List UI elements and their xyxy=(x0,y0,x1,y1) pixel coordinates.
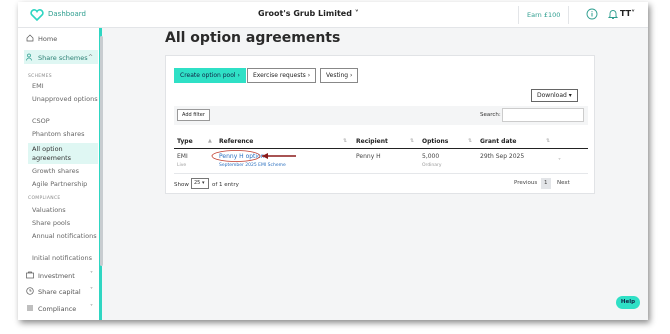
show-label: Show xyxy=(174,182,189,188)
search-input[interactable] xyxy=(502,108,584,122)
home-icon xyxy=(26,34,34,42)
company-name: Groot's Grub Limited xyxy=(258,9,352,18)
caret-down-icon: ▾ xyxy=(201,180,205,186)
sidebar-item-share-pools[interactable]: Share pools xyxy=(32,219,98,228)
bell-icon[interactable] xyxy=(607,8,619,20)
add-filter-button[interactable]: Add filter xyxy=(177,109,210,121)
exercise-requests-button[interactable]: Exercise requests › xyxy=(247,68,317,83)
user-initials: TT xyxy=(620,9,632,18)
sort-icon[interactable]: ⇅ xyxy=(468,138,472,144)
sort-icon[interactable]: ⇅ xyxy=(343,138,347,144)
page-size-value: 25 xyxy=(194,180,201,186)
user-menu[interactable]: TT˅ xyxy=(620,9,635,18)
expand-row-chevron-icon[interactable]: ˅ xyxy=(558,158,561,165)
chevron-down-icon[interactable]: ˅ xyxy=(90,271,93,278)
sidebar-scrollbar[interactable] xyxy=(100,36,103,266)
chevron-down-icon: ˅ xyxy=(631,9,636,18)
chevron-up-icon[interactable]: ^ xyxy=(88,54,93,61)
chevron-right-icon: › xyxy=(350,72,353,79)
chevron-right-icon: › xyxy=(307,72,311,79)
previous-page-button[interactable]: Previous xyxy=(511,178,540,189)
sort-icon[interactable]: ⇅ xyxy=(410,138,414,144)
cell-type-status: Live xyxy=(177,163,187,168)
page-size-select[interactable]: 25 ▾ xyxy=(191,178,209,189)
sidebar-item-share-schemes[interactable]: Share schemes xyxy=(38,54,88,62)
column-header-grant-date[interactable]: Grant date xyxy=(480,138,516,145)
earn-referral-button[interactable]: Earn £100 xyxy=(518,6,570,24)
sidebar-item-investment[interactable]: Investment xyxy=(38,272,75,280)
column-header-recipient[interactable]: Recipient xyxy=(356,138,388,145)
schemes-section-label: SCHEMES xyxy=(28,74,52,79)
sidebar-item-unapproved-options[interactable]: Unapproved options xyxy=(32,95,98,104)
sidebar-item-emi[interactable]: EMI xyxy=(32,82,98,91)
vesting-label: Vesting xyxy=(326,72,349,79)
app-window: Dashboard Groot's Grub Limited ˅ Earn £1… xyxy=(18,2,648,320)
caret-down-icon: ▾ xyxy=(568,92,572,99)
download-label: Download xyxy=(537,92,567,99)
cell-type: EMI xyxy=(177,153,188,160)
sidebar-item-valuations[interactable]: Valuations xyxy=(32,206,98,215)
sidebar-item-agile-partnership[interactable]: Agile Partnership xyxy=(32,180,98,189)
chevron-down-icon: ˅ xyxy=(351,9,359,18)
exercise-requests-label: Exercise requests xyxy=(253,72,306,79)
option-agreements-panel: Create option pool › Exercise requests ›… xyxy=(165,55,595,194)
table-row[interactable]: EMI Live Penny H option September 2025 E… xyxy=(174,149,588,174)
create-option-pool-label: Create option pool xyxy=(180,72,236,79)
clock-icon xyxy=(26,287,34,295)
people-icon xyxy=(26,53,32,61)
company-switcher[interactable]: Groot's Grub Limited ˅ xyxy=(258,9,359,18)
sidebar-item-share-capital[interactable]: Share capital xyxy=(38,288,81,296)
search-label: Search: xyxy=(480,112,501,118)
info-icon[interactable] xyxy=(586,8,598,20)
heart-logo-icon[interactable] xyxy=(30,9,44,21)
sort-icon[interactable]: ⇅ xyxy=(546,138,550,144)
vesting-button[interactable]: Vesting › xyxy=(320,68,359,83)
dashboard-link[interactable]: Dashboard xyxy=(48,10,86,18)
help-button[interactable]: Help xyxy=(616,296,640,309)
page-1-button[interactable]: 1 xyxy=(541,178,551,189)
investment-icon xyxy=(26,271,34,279)
annotation-circle-arrow xyxy=(211,150,296,162)
cell-options: 5,000 xyxy=(422,153,440,160)
create-option-pool-button[interactable]: Create option pool › xyxy=(174,68,246,83)
column-header-options[interactable]: Options xyxy=(422,138,448,145)
scheme-link[interactable]: September 2025 EMI Scheme xyxy=(219,163,286,168)
sidebar-item-all-option-agreements[interactable]: All option agreements xyxy=(32,145,98,163)
cell-recipient: Penny H xyxy=(356,153,381,160)
cell-grant-date: 29th Sep 2025 xyxy=(480,153,525,160)
sidebar-item-home[interactable]: Home xyxy=(38,35,57,43)
cell-options-class: Ordinary xyxy=(422,163,442,168)
sidebar-item-annual-notifications[interactable]: Annual notifications xyxy=(32,232,98,241)
entries-count: of 1 entry xyxy=(212,182,239,188)
sidebar: Home Share schemes ^ SCHEMES EMI Unappro… xyxy=(18,28,103,320)
sort-asc-icon[interactable]: ▲ xyxy=(208,138,212,144)
list-icon xyxy=(27,305,33,311)
column-header-reference[interactable]: Reference xyxy=(219,138,253,145)
chevron-down-icon[interactable]: ˅ xyxy=(90,304,93,311)
filter-bar: Add filter Search: xyxy=(174,106,588,125)
top-bar: Dashboard Groot's Grub Limited ˅ Earn £1… xyxy=(18,2,648,28)
chevron-down-icon[interactable]: ˅ xyxy=(90,287,93,294)
sidebar-item-growth-shares[interactable]: Growth shares xyxy=(32,167,98,176)
column-header-type[interactable]: Type xyxy=(177,138,193,145)
download-button[interactable]: Download ▾ xyxy=(531,89,578,102)
sidebar-item-initial-notifications[interactable]: Initial notifications xyxy=(32,254,98,263)
page-title: All option agreements xyxy=(165,30,341,46)
chevron-right-icon: › xyxy=(237,72,240,79)
next-page-button[interactable]: Next xyxy=(554,178,573,189)
sidebar-item-csop[interactable]: CSOP xyxy=(32,117,98,126)
sidebar-item-phantom-shares[interactable]: Phantom shares xyxy=(32,130,98,139)
compliance-section-label: COMPLIANCE xyxy=(28,196,61,201)
sidebar-item-compliance[interactable]: Compliance xyxy=(38,305,76,313)
